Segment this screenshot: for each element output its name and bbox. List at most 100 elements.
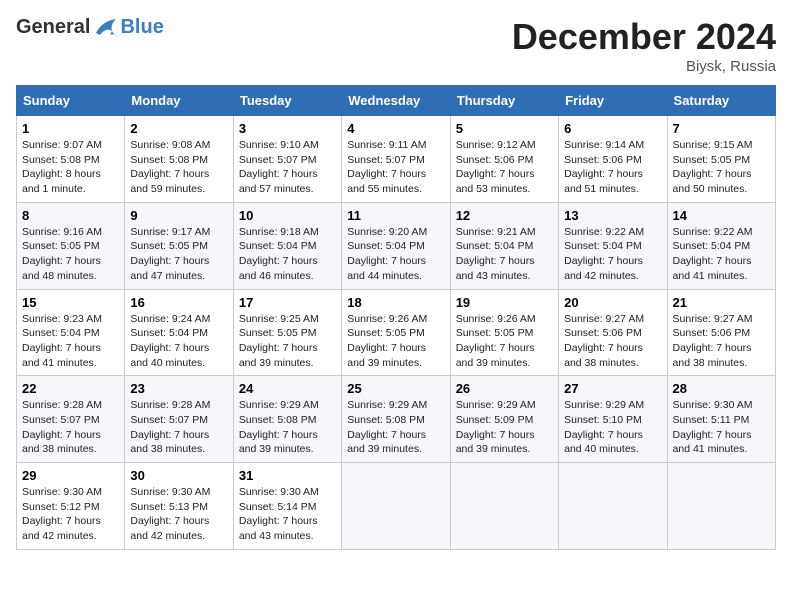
day-info: Sunrise: 9:26 AM Sunset: 5:05 PM Dayligh…: [456, 312, 553, 371]
calendar-header-thursday: Thursday: [450, 86, 558, 116]
day-info: Sunrise: 9:10 AM Sunset: 5:07 PM Dayligh…: [239, 138, 336, 197]
calendar-header-monday: Monday: [125, 86, 233, 116]
calendar-week-4: 22 Sunrise: 9:28 AM Sunset: 5:07 PM Dayli…: [17, 376, 776, 463]
calendar-cell: 12 Sunrise: 9:21 AM Sunset: 5:04 PM Dayli…: [450, 202, 558, 289]
calendar-cell: 24Sunrise: 9:29 AM Sunset: 5:08 PM Dayli…: [233, 376, 341, 463]
day-info: Sunrise: 9:15 AM Sunset: 5:05 PM Dayligh…: [673, 138, 770, 197]
day-info: Sunrise: 9:14 AM Sunset: 5:06 PM Dayligh…: [564, 138, 661, 197]
day-number: 27: [564, 381, 661, 396]
calendar-week-3: 15 Sunrise: 9:23 AM Sunset: 5:04 PM Dayli…: [17, 289, 776, 376]
day-number: 17: [239, 295, 336, 310]
day-number: 14: [673, 208, 770, 223]
calendar-header-tuesday: Tuesday: [233, 86, 341, 116]
day-info: Sunrise: 9:08 AM Sunset: 5:08 PM Dayligh…: [130, 138, 227, 197]
calendar-cell: 26 Sunrise: 9:29 AM Sunset: 5:09 PM Dayli…: [450, 376, 558, 463]
calendar-cell: [559, 463, 667, 550]
calendar-cell: 31 Sunrise: 9:30 AM Sunset: 5:14 PM Dayli…: [233, 463, 341, 550]
calendar-cell: 20Sunrise: 9:27 AM Sunset: 5:06 PM Dayli…: [559, 289, 667, 376]
title-block: December 2024 Biysk, Russia: [512, 16, 776, 75]
calendar-cell: 4Sunrise: 9:11 AM Sunset: 5:07 PM Daylig…: [342, 116, 450, 203]
day-number: 9: [130, 208, 227, 223]
calendar-cell: 16 Sunrise: 9:24 AM Sunset: 5:04 PM Dayli…: [125, 289, 233, 376]
day-number: 31: [239, 468, 336, 483]
day-info: Sunrise: 9:12 AM Sunset: 5:06 PM Dayligh…: [456, 138, 553, 197]
logo-general: General: [16, 16, 90, 39]
day-number: 19: [456, 295, 553, 310]
calendar-header-friday: Friday: [559, 86, 667, 116]
month-title: December 2024: [512, 16, 776, 58]
calendar-cell: 15 Sunrise: 9:23 AM Sunset: 5:04 PM Dayli…: [17, 289, 125, 376]
calendar-cell: 27 Sunrise: 9:29 AM Sunset: 5:10 PM Dayli…: [559, 376, 667, 463]
day-info: Sunrise: 9:29 AM Sunset: 5:10 PM Dayligh…: [564, 398, 661, 457]
calendar-week-1: 1 Sunrise: 9:07 AM Sunset: 5:08 PM Daylig…: [17, 116, 776, 203]
calendar-cell: 13 Sunrise: 9:22 AM Sunset: 5:04 PM Dayli…: [559, 202, 667, 289]
calendar-cell: 22 Sunrise: 9:28 AM Sunset: 5:07 PM Dayli…: [17, 376, 125, 463]
logo-bird-icon: [92, 17, 120, 39]
day-number: 24: [239, 381, 336, 396]
day-info: Sunrise: 9:28 AM Sunset: 5:07 PM Dayligh…: [130, 398, 227, 457]
day-info: Sunrise: 9:23 AM Sunset: 5:04 PM Dayligh…: [22, 312, 119, 371]
calendar-cell: 9 Sunrise: 9:17 AM Sunset: 5:05 PM Daylig…: [125, 202, 233, 289]
logo-blue: Blue: [120, 16, 163, 39]
day-number: 11: [347, 208, 444, 223]
calendar-cell: 1 Sunrise: 9:07 AM Sunset: 5:08 PM Daylig…: [17, 116, 125, 203]
day-info: Sunrise: 9:28 AM Sunset: 5:07 PM Dayligh…: [22, 398, 119, 457]
day-number: 22: [22, 381, 119, 396]
day-info: Sunrise: 9:27 AM Sunset: 5:06 PM Dayligh…: [564, 312, 661, 371]
day-info: Sunrise: 9:29 AM Sunset: 5:09 PM Dayligh…: [456, 398, 553, 457]
day-info: Sunrise: 9:30 AM Sunset: 5:12 PM Dayligh…: [22, 485, 119, 544]
day-number: 26: [456, 381, 553, 396]
day-number: 23: [130, 381, 227, 396]
day-number: 15: [22, 295, 119, 310]
day-number: 3: [239, 121, 336, 136]
day-number: 13: [564, 208, 661, 223]
calendar-week-2: 8Sunrise: 9:16 AM Sunset: 5:05 PM Daylig…: [17, 202, 776, 289]
calendar-cell: 5 Sunrise: 9:12 AM Sunset: 5:06 PM Daylig…: [450, 116, 558, 203]
calendar-header-saturday: Saturday: [667, 86, 775, 116]
day-number: 25: [347, 381, 444, 396]
day-info: Sunrise: 9:30 AM Sunset: 5:13 PM Dayligh…: [130, 485, 227, 544]
day-info: Sunrise: 9:30 AM Sunset: 5:14 PM Dayligh…: [239, 485, 336, 544]
calendar-cell: 19 Sunrise: 9:26 AM Sunset: 5:05 PM Dayli…: [450, 289, 558, 376]
day-info: Sunrise: 9:18 AM Sunset: 5:04 PM Dayligh…: [239, 225, 336, 284]
day-info: Sunrise: 9:22 AM Sunset: 5:04 PM Dayligh…: [564, 225, 661, 284]
day-info: Sunrise: 9:27 AM Sunset: 5:06 PM Dayligh…: [673, 312, 770, 371]
day-info: Sunrise: 9:26 AM Sunset: 5:05 PM Dayligh…: [347, 312, 444, 371]
day-number: 21: [673, 295, 770, 310]
day-number: 1: [22, 121, 119, 136]
day-info: Sunrise: 9:29 AM Sunset: 5:08 PM Dayligh…: [347, 398, 444, 457]
calendar-header-wednesday: Wednesday: [342, 86, 450, 116]
day-info: Sunrise: 9:25 AM Sunset: 5:05 PM Dayligh…: [239, 312, 336, 371]
calendar-header-row: SundayMondayTuesdayWednesdayThursdayFrid…: [17, 86, 776, 116]
day-info: Sunrise: 9:21 AM Sunset: 5:04 PM Dayligh…: [456, 225, 553, 284]
calendar-cell: 23 Sunrise: 9:28 AM Sunset: 5:07 PM Dayli…: [125, 376, 233, 463]
day-number: 30: [130, 468, 227, 483]
logo: General Blue: [16, 16, 164, 39]
calendar-cell: 17 Sunrise: 9:25 AM Sunset: 5:05 PM Dayli…: [233, 289, 341, 376]
day-number: 18: [347, 295, 444, 310]
day-info: Sunrise: 9:17 AM Sunset: 5:05 PM Dayligh…: [130, 225, 227, 284]
day-info: Sunrise: 9:16 AM Sunset: 5:05 PM Dayligh…: [22, 225, 119, 284]
location: Biysk, Russia: [512, 58, 776, 75]
day-number: 5: [456, 121, 553, 136]
calendar-cell: 8Sunrise: 9:16 AM Sunset: 5:05 PM Daylig…: [17, 202, 125, 289]
calendar-cell: 18 Sunrise: 9:26 AM Sunset: 5:05 PM Dayli…: [342, 289, 450, 376]
day-info: Sunrise: 9:22 AM Sunset: 5:04 PM Dayligh…: [673, 225, 770, 284]
calendar-cell: 10 Sunrise: 9:18 AM Sunset: 5:04 PM Dayli…: [233, 202, 341, 289]
calendar-cell: 30 Sunrise: 9:30 AM Sunset: 5:13 PM Dayli…: [125, 463, 233, 550]
day-info: Sunrise: 9:07 AM Sunset: 5:08 PM Dayligh…: [22, 138, 119, 197]
day-number: 12: [456, 208, 553, 223]
calendar-cell: [342, 463, 450, 550]
day-number: 10: [239, 208, 336, 223]
day-number: 4: [347, 121, 444, 136]
calendar-cell: 6Sunrise: 9:14 AM Sunset: 5:06 PM Daylig…: [559, 116, 667, 203]
calendar-header-sunday: Sunday: [17, 86, 125, 116]
day-info: Sunrise: 9:30 AM Sunset: 5:11 PM Dayligh…: [673, 398, 770, 457]
day-info: Sunrise: 9:20 AM Sunset: 5:04 PM Dayligh…: [347, 225, 444, 284]
calendar-week-5: 29Sunrise: 9:30 AM Sunset: 5:12 PM Dayli…: [17, 463, 776, 550]
day-number: 16: [130, 295, 227, 310]
calendar-cell: [667, 463, 775, 550]
day-info: Sunrise: 9:24 AM Sunset: 5:04 PM Dayligh…: [130, 312, 227, 371]
page-header: General Blue December 2024 Biysk, Russia: [16, 16, 776, 75]
calendar-cell: 3 Sunrise: 9:10 AM Sunset: 5:07 PM Daylig…: [233, 116, 341, 203]
